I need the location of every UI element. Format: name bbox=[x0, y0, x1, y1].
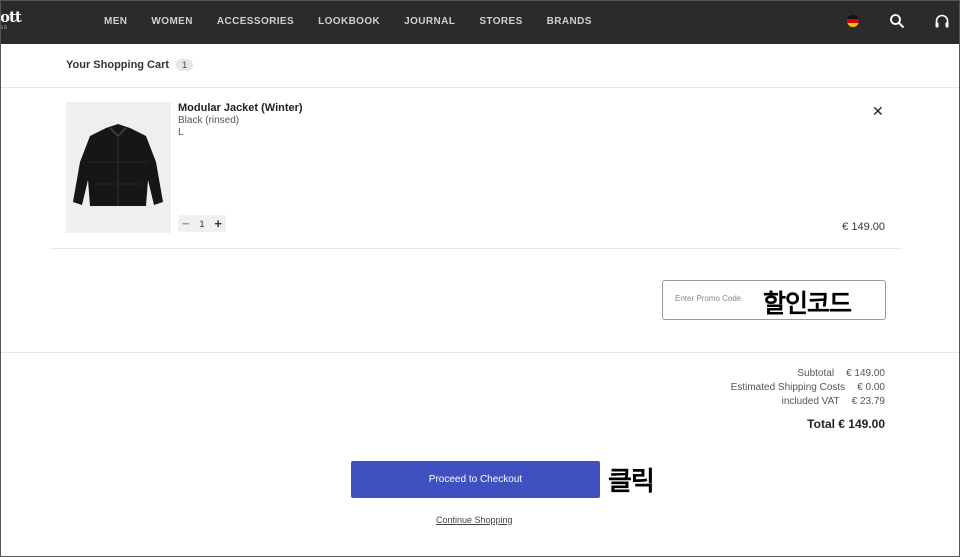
quantity-stepper: − 1 + bbox=[178, 215, 226, 232]
page-title: Your Shopping Cart bbox=[66, 59, 170, 71]
cart-count-badge: 1 bbox=[176, 59, 194, 71]
order-summary: Subtotal € 149.00 Estimated Shipping Cost… bbox=[685, 368, 885, 410]
promo-code-field[interactable]: 할인코드 bbox=[662, 280, 886, 320]
remove-item-close-icon[interactable]: ✕ bbox=[872, 103, 884, 120]
main-nav: MEN WOMEN ACCESSORIES LOOKBOOK JOURNAL S… bbox=[104, 16, 616, 27]
vat-value: € 23.79 bbox=[851, 396, 885, 407]
top-navigation-bar: ott ss MEN WOMEN ACCESSORIES LOOKBOOK JO… bbox=[0, 0, 960, 44]
product-size: L bbox=[178, 127, 184, 138]
shipping-value: € 0.00 bbox=[857, 382, 885, 393]
black-jacket-image bbox=[73, 124, 163, 206]
increase-quantity-button[interactable]: + bbox=[214, 217, 222, 230]
product-image[interactable] bbox=[66, 102, 171, 233]
decrease-quantity-button[interactable]: − bbox=[182, 217, 190, 230]
nav-item-accessories[interactable]: ACCESSORIES bbox=[217, 16, 294, 27]
brand-logo[interactable]: ott bbox=[0, 8, 22, 26]
cart-header: Your Shopping Cart 1 bbox=[66, 59, 194, 71]
divider bbox=[0, 352, 960, 353]
subtotal-label: Subtotal bbox=[797, 368, 835, 379]
proceed-to-checkout-button[interactable]: Proceed to Checkout bbox=[351, 461, 600, 498]
nav-item-brands[interactable]: BRANDS bbox=[547, 16, 592, 27]
subtotal-value: € 149.00 bbox=[846, 368, 885, 379]
germany-flag-icon[interactable] bbox=[847, 15, 859, 27]
order-total: Total € 149.00 bbox=[807, 417, 885, 431]
quantity-value: 1 bbox=[199, 218, 205, 229]
nav-item-women[interactable]: WOMEN bbox=[151, 16, 192, 27]
brand-logo-subtitle: ss bbox=[0, 25, 8, 31]
product-color: Black (rinsed) bbox=[178, 115, 240, 126]
vat-label: included VAT bbox=[781, 396, 840, 407]
search-icon[interactable] bbox=[889, 13, 905, 29]
promo-code-input[interactable] bbox=[675, 294, 755, 303]
promo-annotation: 할인코드 bbox=[763, 289, 852, 318]
shipping-label: Estimated Shipping Costs bbox=[730, 382, 846, 393]
item-price: € 149.00 bbox=[842, 221, 885, 233]
headphones-icon[interactable] bbox=[934, 13, 950, 29]
divider bbox=[0, 87, 960, 88]
checkout-annotation: 클릭 bbox=[608, 467, 655, 497]
nav-item-lookbook[interactable]: LOOKBOOK bbox=[318, 16, 380, 27]
divider bbox=[50, 248, 902, 249]
continue-shopping-link[interactable]: Continue Shopping bbox=[436, 515, 513, 525]
nav-item-men[interactable]: MEN bbox=[104, 16, 127, 27]
nav-item-journal[interactable]: JOURNAL bbox=[404, 16, 455, 27]
nav-item-stores[interactable]: STORES bbox=[479, 16, 522, 27]
product-name[interactable]: Modular Jacket (Winter) bbox=[178, 102, 303, 114]
